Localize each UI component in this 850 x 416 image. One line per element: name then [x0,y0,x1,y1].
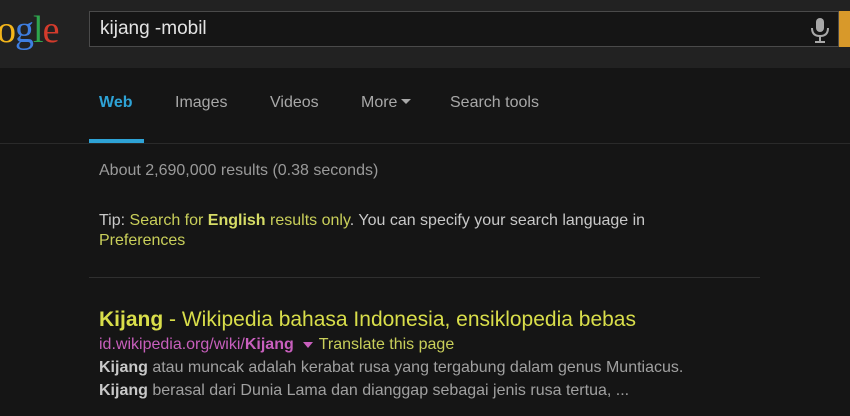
google-logo[interactable]: ogle [0,5,59,55]
result-title-rest: - Wikipedia bahasa Indonesia, ensikloped… [163,308,636,331]
language-tip: Tip: Search for English results only. Yo… [99,211,719,251]
snippet-text: atau muncak adalah kerabat rusa yang ter… [147,359,684,376]
search-input[interactable] [100,12,790,46]
snippet-bold: Kijang [99,382,148,399]
english-only-link[interactable]: Search for English results only [130,212,350,229]
tab-web[interactable]: Web [99,94,132,112]
translate-link[interactable]: Translate this page [319,336,454,353]
tab-images[interactable]: Images [175,94,227,112]
snippet-line: Kijang berasal dari Dunia Lama dan diang… [99,379,799,402]
tip-middle: . You can specify your search language i… [349,212,646,229]
result-url-line: id.wikipedia.org/wiki/Kijang Translate th… [99,335,799,354]
microphone-icon[interactable] [808,16,832,44]
english-only-link-post: results only [265,212,350,229]
result-snippet: Kijang atau muncak adalah kerabat rusa y… [99,356,799,402]
divider [89,277,760,278]
search-tabs: Web Images Videos More Search tools [0,68,850,143]
preferences-link[interactable]: Preferences [99,232,185,249]
tab-more[interactable]: More [361,94,412,112]
tab-search-tools[interactable]: Search tools [450,94,539,112]
result-url-pre: id.wikipedia.org/wiki/ [99,336,245,353]
tab-videos[interactable]: Videos [270,94,319,112]
search-button[interactable] [839,11,850,47]
tip-prefix: Tip: [99,212,130,229]
english-only-link-bold: English [207,212,266,229]
tab-more-label: More [361,94,398,111]
divider [0,143,850,144]
english-only-link-pre: Search for [129,212,208,229]
result-title-bold: Kijang [99,308,164,331]
snippet-line: Kijang atau muncak adalah kerabat rusa y… [99,356,799,379]
search-box [89,11,839,47]
result-url: id.wikipedia.org/wiki/Kijang [99,336,294,353]
result-url-bold: Kijang [244,336,294,353]
top-bar: ogle [0,0,850,68]
snippet-bold: Kijang [99,359,148,376]
url-dropdown-icon[interactable] [302,341,313,348]
search-result: Kijang - Wikipedia bahasa Indonesia, ens… [99,307,799,402]
chevron-down-icon [401,99,412,105]
result-title-link[interactable]: Kijang - Wikipedia bahasa Indonesia, ens… [99,307,799,333]
snippet-text: berasal dari Dunia Lama dan dianggap seb… [147,382,630,399]
result-stats: About 2,690,000 results (0.38 seconds) [99,162,379,179]
